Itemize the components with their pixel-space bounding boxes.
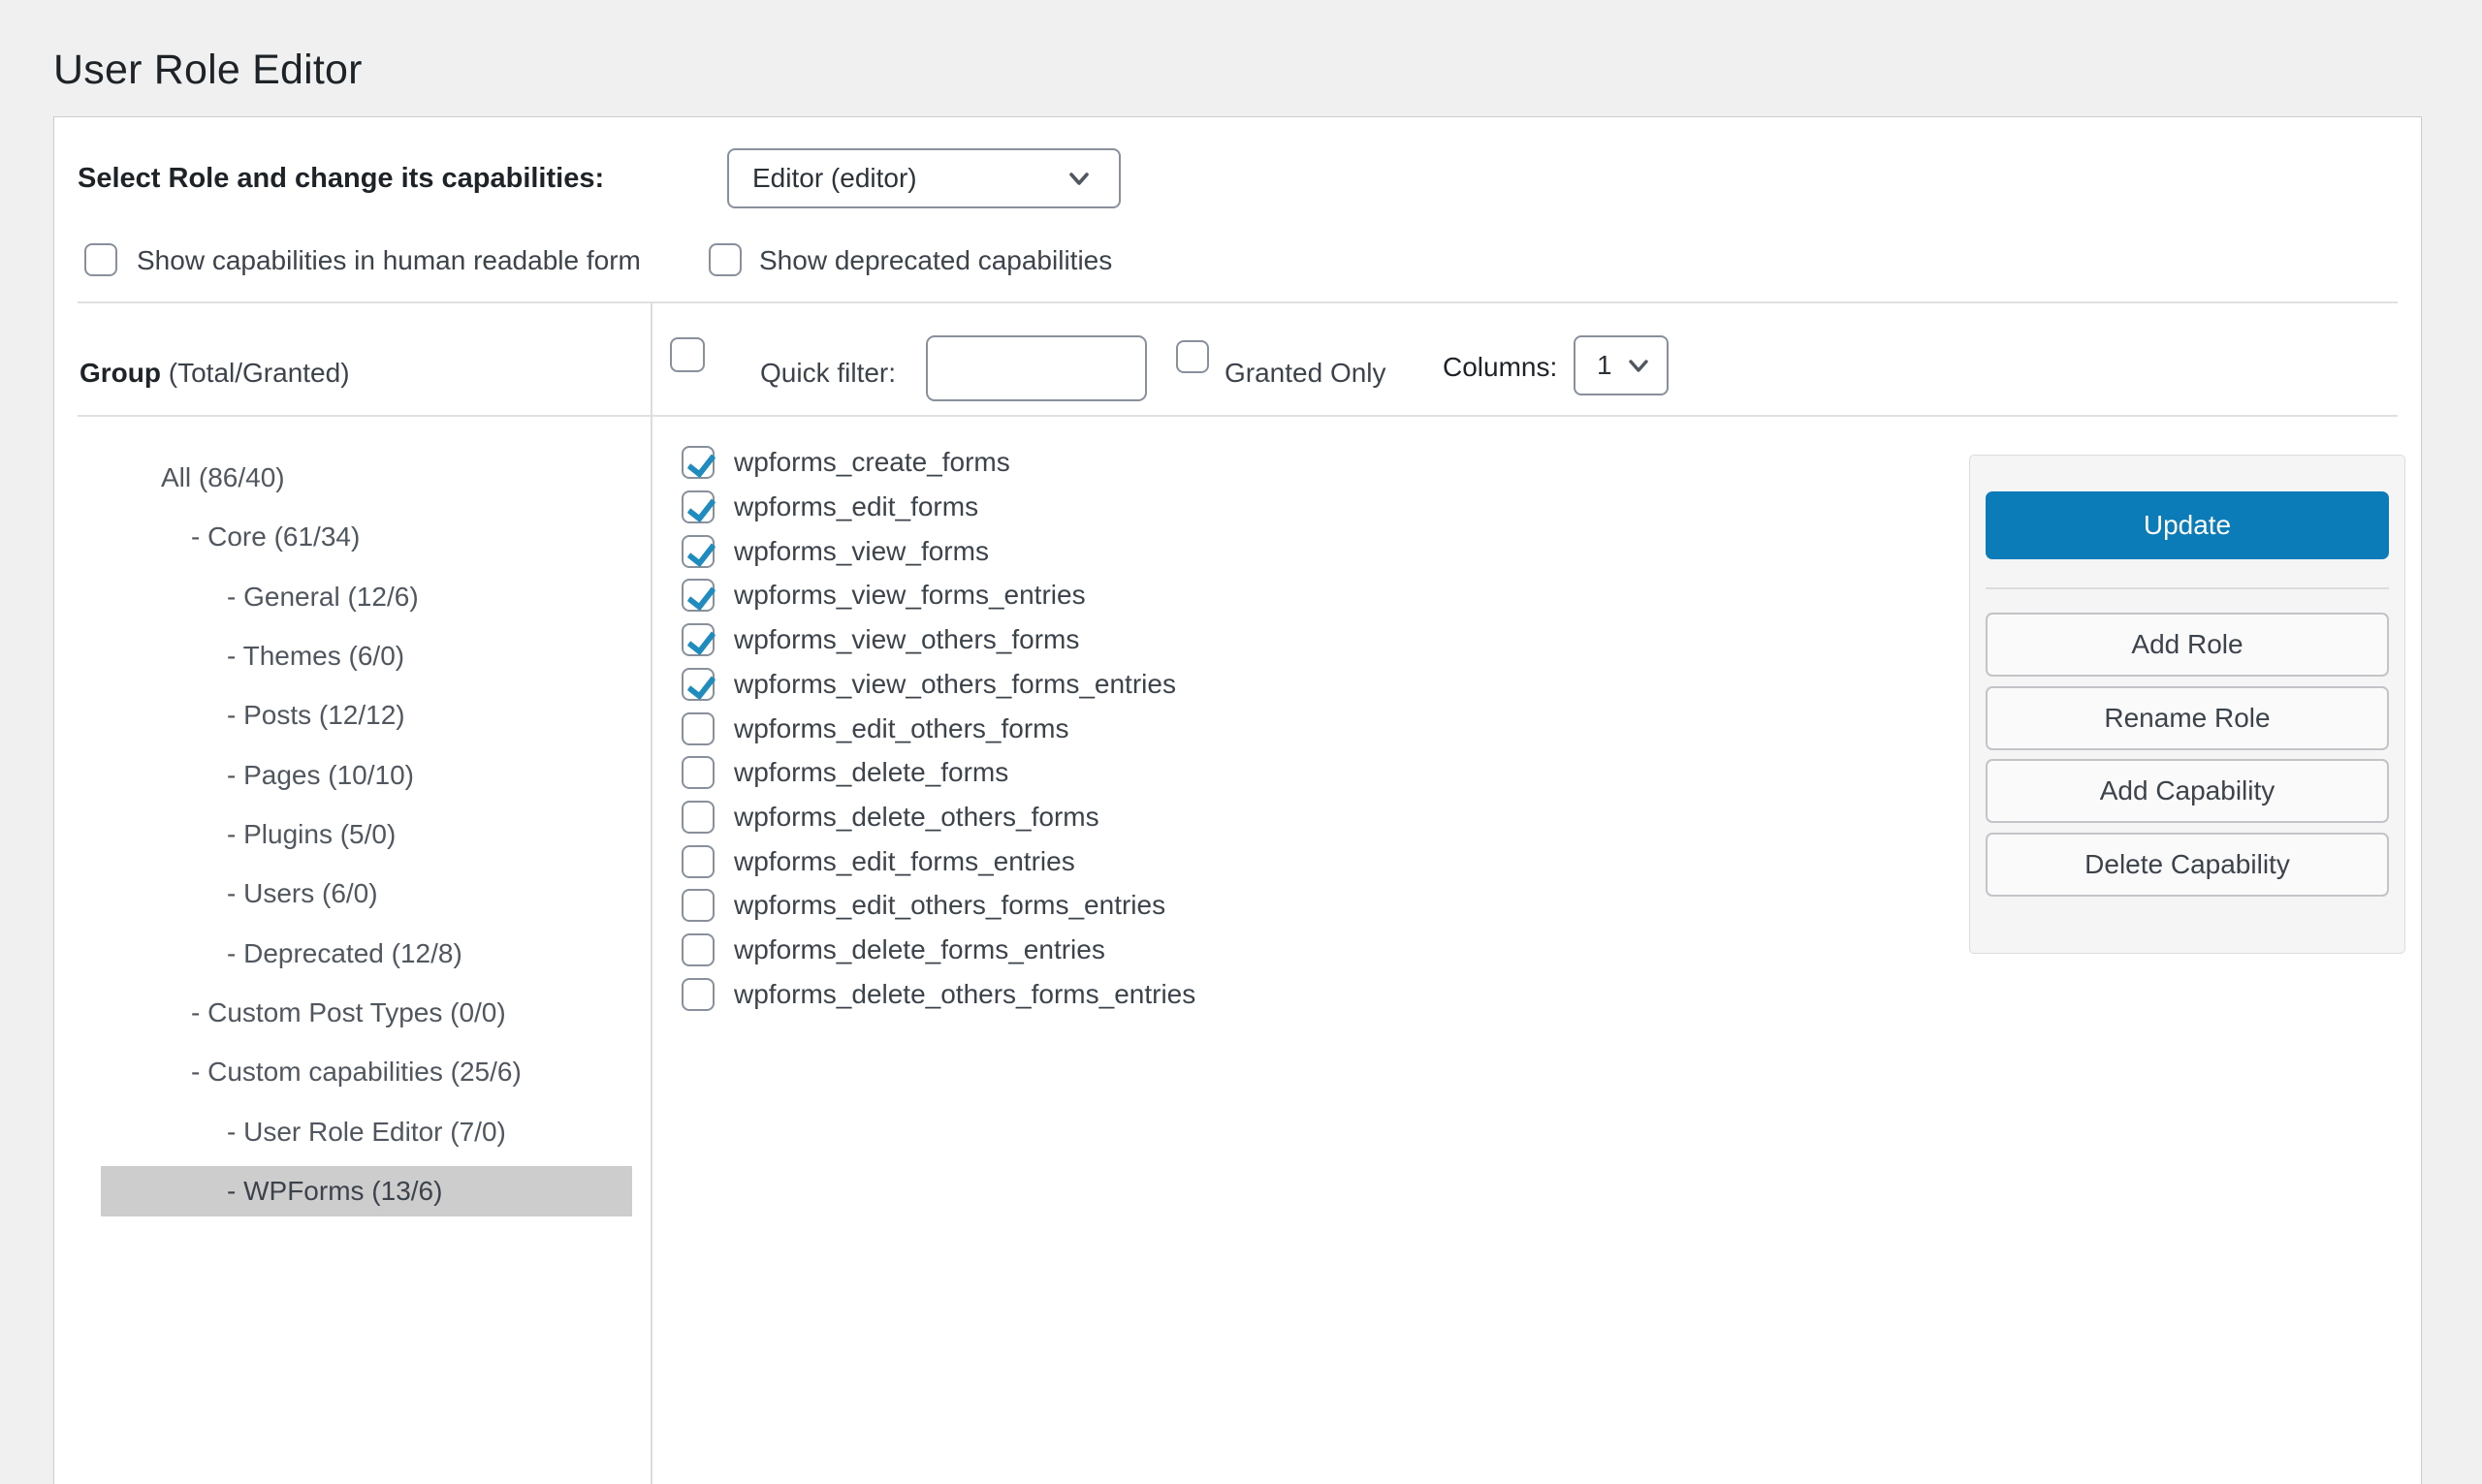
group-item-themes[interactable]: - Themes (6/0) [101,631,632,681]
capability-checkbox[interactable] [682,712,715,745]
group-item-posts[interactable]: - Posts (12/12) [101,690,632,741]
main-panel: Select Role and change its capabilities:… [53,116,2422,1484]
capability-row: wpforms_delete_forms_entries [655,928,1916,972]
add-role-button[interactable]: Add Role [1986,613,2389,677]
capability-label: wpforms_edit_forms [734,485,978,529]
group-item-wpforms[interactable]: - WPForms (13/6) [101,1166,632,1216]
capability-label: wpforms_delete_others_forms_entries [734,972,1195,1017]
divider [78,301,2398,303]
capability-label: wpforms_delete_forms [734,750,1008,795]
granted-only-checkbox[interactable] [1176,340,1209,373]
capability-checkbox[interactable] [682,535,715,568]
group-column-header: Group (Total/Granted) [80,354,350,393]
group-item-users[interactable]: - Users (6/0) [101,868,632,919]
role-select[interactable]: Editor (editor) [727,148,1121,208]
capability-row: wpforms_view_others_forms [655,617,1916,662]
capability-label: wpforms_edit_others_forms [734,707,1068,751]
capability-row: wpforms_delete_forms [655,750,1916,795]
group-header-rest: (Total/Granted) [161,358,350,388]
capability-label: wpforms_delete_others_forms [734,795,1099,839]
human-readable-checkbox[interactable] [84,243,117,276]
update-button[interactable]: Update [1986,491,2389,559]
group-item-deprecated[interactable]: - Deprecated (12/8) [101,929,632,979]
capability-checkbox[interactable] [682,889,715,922]
capability-row: wpforms_delete_others_forms_entries [655,972,1916,1017]
column-separator [651,302,652,1484]
show-deprecated-checkbox[interactable] [709,243,742,276]
group-item-all[interactable]: All (86/40) [101,453,632,503]
capability-label: wpforms_view_others_forms_entries [734,662,1176,707]
group-header-bold: Group [80,358,161,388]
rename-role-button[interactable]: Rename Role [1986,686,2389,750]
chevron-down-icon [1624,351,1653,380]
granted-only-label: Granted Only [1225,354,1386,393]
capability-checkbox[interactable] [682,668,715,701]
capability-label: wpforms_view_forms [734,529,989,574]
action-panel: Update Add Role Rename Role Add Capabili… [1969,455,2405,954]
capability-row: wpforms_delete_others_forms [655,795,1916,839]
human-readable-label: Show capabilities in human readable form [137,243,641,276]
divider [78,415,2398,417]
group-item-core[interactable]: - Core (61/34) [101,512,632,562]
capability-row: wpforms_edit_others_forms [655,707,1916,751]
columns-select[interactable]: 1 [1574,335,1669,395]
capability-checkbox[interactable] [682,978,715,1011]
quick-filter-label: Quick filter: [760,354,896,393]
group-item-custom-capabilities[interactable]: - Custom capabilities (25/6) [101,1047,632,1097]
capability-row: wpforms_view_forms [655,529,1916,574]
quick-filter-checkbox[interactable] [670,337,705,372]
add-capability-button[interactable]: Add Capability [1986,759,2389,823]
capability-row: wpforms_view_forms_entries [655,573,1916,617]
capability-checkbox[interactable] [682,756,715,789]
capability-label: wpforms_view_others_forms [734,617,1079,662]
capability-checkbox[interactable] [682,801,715,834]
capability-row: wpforms_create_forms [655,440,1916,485]
capability-row: wpforms_edit_forms_entries [655,839,1916,884]
columns-label: Columns: [1443,348,1557,387]
page-title: User Role Editor [53,43,363,97]
divider [1986,587,2389,589]
capability-row: wpforms_edit_forms [655,485,1916,529]
chevron-down-icon [1063,162,1096,195]
user-role-editor-page: User Role Editor Select Role and change … [0,0,2482,1484]
delete-capability-button[interactable]: Delete Capability [1986,833,2389,897]
capability-checkbox[interactable] [682,623,715,656]
group-item-user-role-editor[interactable]: - User Role Editor (7/0) [101,1107,632,1157]
capability-label: wpforms_create_forms [734,440,1010,485]
capability-checkbox[interactable] [682,845,715,878]
capability-label: wpforms_view_forms_entries [734,573,1086,617]
capability-label: wpforms_delete_forms_entries [734,928,1105,972]
quick-filter-input[interactable] [926,335,1147,401]
capability-label: wpforms_edit_others_forms_entries [734,883,1165,928]
role-select-value: Editor (editor) [752,163,917,194]
capability-row: wpforms_view_others_forms_entries [655,662,1916,707]
select-role-label: Select Role and change its capabilities: [78,148,604,208]
capability-checkbox[interactable] [682,446,715,479]
show-deprecated-label: Show deprecated capabilities [759,243,1112,276]
group-item-general[interactable]: - General (12/6) [101,572,632,622]
capability-checkbox[interactable] [682,933,715,966]
capability-label: wpforms_edit_forms_entries [734,839,1075,884]
group-item-custom-post-types[interactable]: - Custom Post Types (0/0) [101,988,632,1038]
capability-checkbox[interactable] [682,490,715,523]
capability-checkbox[interactable] [682,579,715,612]
capability-row: wpforms_edit_others_forms_entries [655,883,1916,928]
group-item-plugins[interactable]: - Plugins (5/0) [101,809,632,860]
columns-select-value: 1 [1597,350,1612,381]
group-item-pages[interactable]: - Pages (10/10) [101,750,632,801]
